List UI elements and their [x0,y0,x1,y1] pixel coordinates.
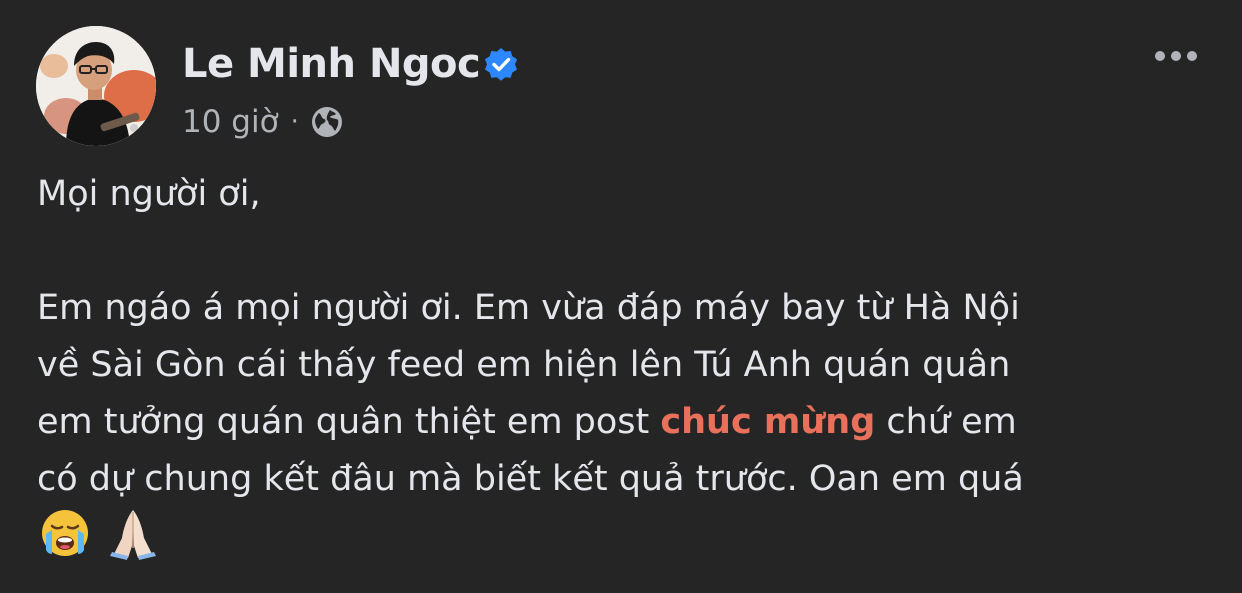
folded-hands-icon [106,506,160,560]
post-greeting: Mọi người ơi, [37,174,261,214]
more-options-icon [1155,51,1197,61]
emoji-row [38,506,160,560]
verified-badge-icon [485,48,517,81]
post-line-3: em tưởng quán quân thiệt em post chúc mừ… [37,394,1217,451]
highlighted-link-chuc-mung[interactable]: chúc mừng [660,402,875,442]
post-card: Le Minh Ngoc 10 giờ · Mọi người ơi, Em n… [0,0,1242,593]
post-line-3-start: em tưởng quán quân thiệt em post [37,402,661,442]
post-timestamp[interactable]: 10 giờ [182,104,279,140]
author-avatar[interactable] [36,26,156,146]
post-body: Mọi người ơi, Em ngáo á mọi người ơi. Em… [37,166,1217,508]
more-options-button[interactable] [1150,40,1202,72]
post-line-2: về Sài Gòn cái thấy feed em hiện lên Tú … [37,345,1011,385]
post-line-4: có dự chung kết đâu mà biết kết quả trướ… [37,459,1024,499]
meta-separator: · [290,107,299,137]
loudly-crying-face-icon [38,506,92,560]
globe-icon[interactable] [309,104,345,140]
post-line-3-end: chứ em [875,402,1017,442]
author-name[interactable]: Le Minh Ngoc [182,38,481,90]
post-meta: 10 giờ · [182,102,345,142]
post-line-1: Em ngáo á mọi người ơi. Em vừa đáp máy b… [37,288,1020,328]
